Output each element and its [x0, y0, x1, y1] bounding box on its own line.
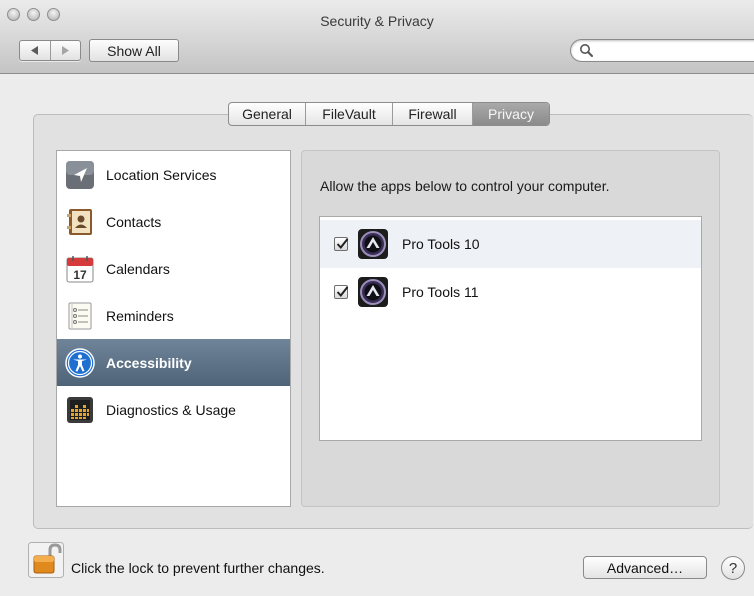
triangle-right-icon — [62, 46, 70, 55]
pro-tools-icon — [358, 277, 388, 307]
calendar-day: 17 — [73, 268, 87, 282]
accessibility-icon — [65, 348, 95, 378]
checkmark-icon — [336, 286, 349, 298]
window-title: Security & Privacy — [320, 13, 434, 29]
sidebar-item-contacts[interactable]: Contacts — [57, 198, 290, 245]
forward-button[interactable] — [49, 41, 81, 60]
sidebar-item-reminders[interactable]: Reminders — [57, 292, 290, 339]
tab-general[interactable]: General — [229, 103, 305, 125]
diagnostics-grid-icon — [67, 397, 93, 423]
sidebar-item-label: Contacts — [106, 213, 162, 230]
contacts-book-icon — [67, 209, 92, 235]
list-item[interactable]: Pro Tools 11 — [320, 268, 701, 316]
tab-bar: General FileVault Firewall Privacy — [228, 102, 550, 126]
calendar-icon: 17 — [66, 256, 94, 283]
sidebar-item-label: Location Services — [106, 166, 217, 183]
back-forward-control — [19, 40, 81, 61]
pro-tools-icon — [358, 229, 388, 259]
advanced-button[interactable]: Advanced… — [583, 556, 707, 579]
location-arrow-icon — [66, 161, 94, 189]
app-enabled-checkbox[interactable] — [334, 285, 349, 299]
search-icon — [580, 44, 593, 57]
list-item[interactable]: Pro Tools 10 — [320, 220, 701, 268]
privacy-category-list: Location Services Contacts 17 Calendars — [56, 150, 291, 507]
app-name: Pro Tools 10 — [402, 236, 480, 252]
window-titlebar: Security & Privacy Show All — [0, 0, 754, 74]
show-all-button[interactable]: Show All — [89, 39, 179, 62]
tab-firewall[interactable]: Firewall — [392, 103, 472, 125]
unlocked-padlock-icon[interactable] — [28, 542, 64, 578]
sidebar-item-label: Accessibility — [106, 354, 192, 371]
sidebar-item-calendars[interactable]: 17 Calendars — [57, 245, 290, 292]
tab-filevault[interactable]: FileVault — [305, 103, 392, 125]
back-button[interactable] — [20, 41, 50, 60]
app-enabled-checkbox[interactable] — [334, 237, 349, 251]
checkmark-icon — [336, 238, 349, 250]
app-name: Pro Tools 11 — [402, 284, 479, 300]
sidebar-item-location-services[interactable]: Location Services — [57, 151, 290, 198]
sidebar-item-diagnostics-usage[interactable]: Diagnostics & Usage — [57, 386, 290, 433]
sidebar-item-label: Calendars — [106, 260, 170, 277]
sidebar-item-accessibility[interactable]: Accessibility — [57, 339, 290, 386]
help-button[interactable]: ? — [721, 556, 745, 580]
app-permission-list: Pro Tools 10 Pro Tools 11 — [319, 216, 702, 441]
reminders-list-icon — [68, 302, 92, 330]
tab-privacy[interactable]: Privacy — [472, 103, 549, 125]
lock-status-text: Click the lock to prevent further change… — [71, 560, 325, 576]
triangle-left-icon — [30, 46, 38, 55]
detail-heading: Allow the apps below to control your com… — [320, 178, 610, 194]
search-field[interactable] — [570, 39, 754, 62]
sidebar-item-label: Diagnostics & Usage — [106, 401, 236, 418]
sidebar-item-label: Reminders — [106, 307, 174, 324]
